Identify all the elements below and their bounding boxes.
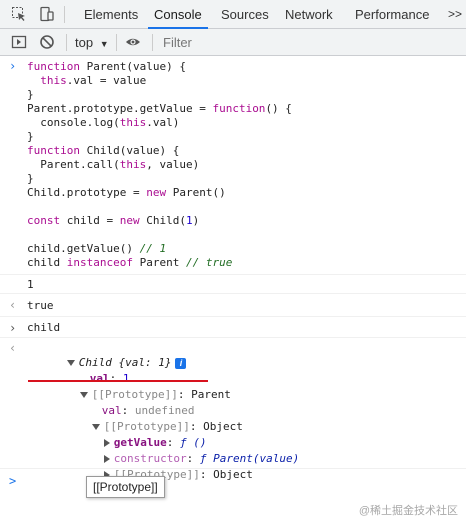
console-output: › function Parent(value) { this.val = va…: [0, 56, 466, 499]
code-line: console.log(this.val): [27, 116, 180, 129]
device-toolbar-icon[interactable]: [38, 6, 54, 22]
sidebar-toggle-icon[interactable]: [11, 34, 27, 50]
input-prompt-icon: ›: [9, 59, 17, 73]
tab-network[interactable]: Network: [285, 0, 333, 28]
code-line: child instanceof Parent // true: [27, 256, 233, 269]
tab-elements[interactable]: Elements: [84, 0, 138, 28]
code-line: Child.prototype = new Parent(): [27, 186, 226, 199]
console-input-entry: › child: [0, 317, 466, 338]
inspect-element-icon[interactable]: [11, 6, 27, 22]
annotation-underline: [28, 380, 208, 382]
caret-down-icon: ▼: [99, 39, 109, 49]
input-expression: child: [27, 321, 61, 334]
context-selector-label: top: [75, 35, 94, 50]
code-line: Parent.call(this, value): [40, 158, 200, 171]
tab-sources[interactable]: Sources: [221, 0, 269, 28]
result-arrow-icon: ‹: [9, 298, 17, 312]
tooltip: [[Prototype]]: [86, 476, 165, 498]
watermark: @稀土掘金技术社区: [358, 505, 458, 517]
code-line: }: [27, 88, 34, 101]
info-icon[interactable]: i: [175, 357, 187, 369]
toolbar-divider: [64, 6, 65, 23]
tab-performance[interactable]: Performance: [355, 0, 429, 28]
prompt-caret-icon: >: [9, 474, 17, 488]
toolbar-divider: [152, 34, 153, 51]
console-object-entry: ‹ Child {val: 1} i val: 1 [[Prototype]]: …: [0, 338, 466, 481]
console-result-entry: ‹ true: [0, 294, 466, 317]
log-output: 1: [27, 278, 34, 291]
code-line: function Child(value) {: [27, 144, 180, 157]
toolbar-divider: [66, 34, 67, 51]
code-line: }: [27, 172, 34, 185]
code-line: Parent.prototype.getValue = function() {: [27, 102, 292, 115]
result-value: true: [27, 299, 54, 312]
context-selector[interactable]: top ▼: [75, 35, 109, 50]
console-prompt[interactable]: >: [0, 469, 466, 499]
code-line: }: [27, 130, 34, 143]
result-arrow-icon: ‹: [9, 341, 17, 355]
filter-input[interactable]: [157, 32, 462, 52]
property-value: Parent: [191, 388, 231, 401]
code-line: child.getValue() // 1: [27, 242, 167, 255]
console-log-entry: 1: [0, 275, 466, 294]
console-input-entry: › function Parent(value) { this.val = va…: [0, 56, 466, 275]
code-line: function Parent(value) {: [27, 60, 186, 73]
toolbar-divider: [116, 34, 117, 51]
devtools-tabbar: Elements Console Sources Network Perform…: [0, 0, 466, 29]
tab-console[interactable]: Console: [148, 0, 208, 29]
code-line: const child = new Child(1): [27, 214, 200, 227]
clear-console-icon[interactable]: [39, 34, 55, 50]
console-toolbar: top ▼: [0, 29, 466, 56]
live-expression-eye-icon[interactable]: [125, 34, 141, 50]
property-value: Object: [203, 420, 243, 433]
more-tabs-button[interactable]: >>: [448, 0, 462, 28]
input-prompt-icon: ›: [9, 321, 17, 335]
code-line: this.val = value: [40, 74, 147, 87]
